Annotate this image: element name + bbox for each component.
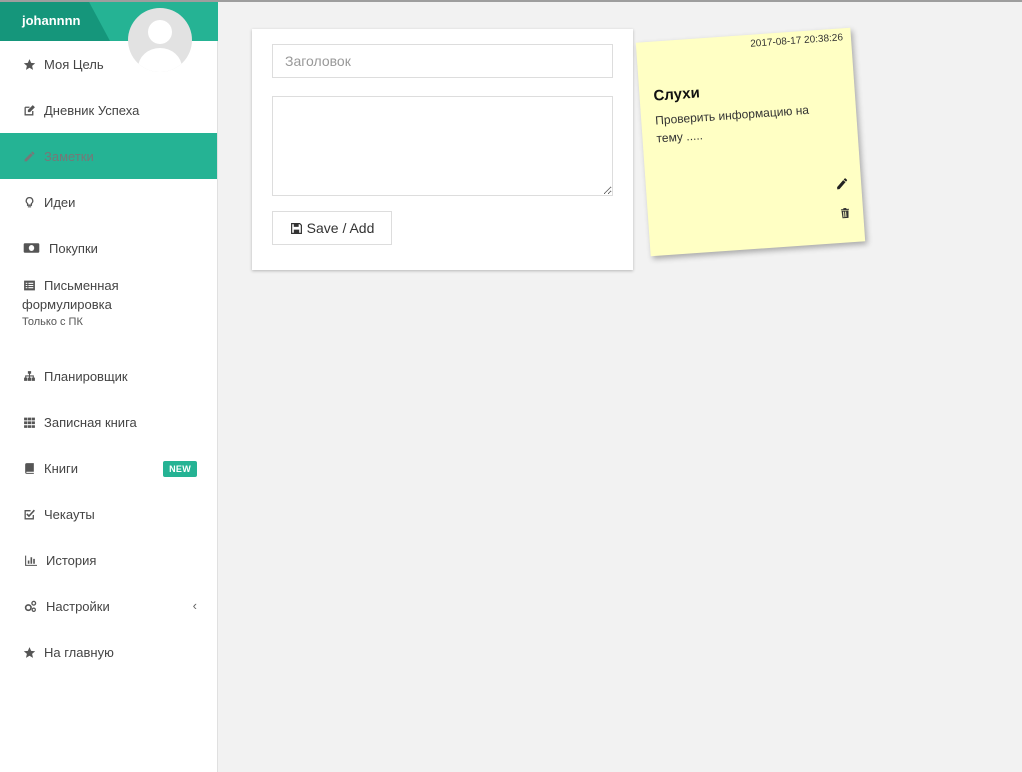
sidebar-item-label: Идеи xyxy=(44,194,76,210)
sidebar-item-purchases[interactable]: Покупки xyxy=(0,225,217,271)
note-date: 2017-08-17 20:38:26 xyxy=(749,32,844,50)
sidebar-item-planner[interactable]: Планировщик xyxy=(0,353,217,399)
sidebar-item-label: Записная книга xyxy=(44,414,137,430)
title-input[interactable] xyxy=(272,44,613,78)
sidebar-item-sublabel: Только с ПК xyxy=(22,316,83,328)
sidebar-item-notes[interactable]: Заметки xyxy=(0,133,217,179)
book-icon xyxy=(22,461,36,475)
sidebar-item-label: Дневник Успеха xyxy=(44,102,140,118)
sidebar-item-label: Чекауты xyxy=(44,506,95,522)
sidebar-item-label: На главную xyxy=(44,644,114,660)
sitemap-icon xyxy=(22,369,36,383)
star-icon xyxy=(22,57,36,71)
sidebar-item-notebook[interactable]: Записная книга xyxy=(0,399,217,445)
grid-icon xyxy=(22,415,36,429)
save-add-button[interactable]: Save / Add xyxy=(272,211,392,245)
money-icon xyxy=(22,241,40,255)
sticky-note[interactable]: 2017-08-17 20:38:26 Слухи Проверить инфо… xyxy=(635,27,866,257)
sidebar-item-label: Моя Цель xyxy=(44,56,104,72)
lightbulb-icon xyxy=(22,195,36,209)
pencil-icon[interactable] xyxy=(835,176,850,191)
sidebar-item-home[interactable]: На главную xyxy=(0,629,217,675)
sidebar-item-label: Заметки xyxy=(44,148,94,164)
sidebar-item-ideas[interactable]: Идеи xyxy=(0,179,217,225)
sidebar-item-label: История xyxy=(46,552,97,568)
note-text: Проверить информацию на тему ..... xyxy=(654,102,810,146)
sidebar-item-books[interactable]: Книги NEW xyxy=(0,445,217,491)
sidebar-item-label-line2: формулировка xyxy=(22,297,112,312)
avatar[interactable] xyxy=(128,8,192,72)
note-title: Слухи xyxy=(652,84,701,105)
pencil-icon xyxy=(22,149,36,163)
avatar-head xyxy=(148,20,172,44)
sidebar-item-label: Планировщик xyxy=(44,368,128,384)
sidebar-item-label: Настройки xyxy=(46,598,110,614)
trash-icon[interactable] xyxy=(839,206,852,220)
star-icon xyxy=(22,645,36,659)
chevron-left-icon[interactable]: ‹ xyxy=(193,598,197,613)
new-badge: NEW xyxy=(163,461,197,477)
cogs-icon xyxy=(22,599,38,613)
sidebar-item-written-statement[interactable]: Письменная формулировка Только с ПК xyxy=(0,271,217,345)
avatar-body xyxy=(138,48,182,72)
floppy-disk-icon xyxy=(290,222,302,234)
note-form-card: Save / Add xyxy=(252,29,633,270)
checkbox-icon xyxy=(22,507,36,521)
sidebar-item-success-diary[interactable]: Дневник Успеха xyxy=(0,87,217,133)
note-body-textarea[interactable] xyxy=(272,96,613,196)
username[interactable]: johannnn xyxy=(22,13,81,28)
sidebar-item-label: Письменная xyxy=(44,278,119,293)
list-alt-icon xyxy=(22,279,36,293)
sidebar-item-label: Книги xyxy=(44,460,79,476)
save-add-label: Save / Add xyxy=(306,220,375,236)
sidebar-item-label: Покупки xyxy=(49,240,98,256)
top-border xyxy=(0,0,1022,2)
sidebar-item-settings[interactable]: Настройки ‹ xyxy=(0,583,217,629)
sidebar-item-history[interactable]: История xyxy=(0,537,217,583)
sidebar: johannnn Моя Цель Дневник Успеха Заметки xyxy=(0,0,218,772)
bar-chart-icon xyxy=(22,553,38,567)
edit-icon xyxy=(22,103,36,117)
sidebar-item-checkouts[interactable]: Чекауты xyxy=(0,491,217,537)
